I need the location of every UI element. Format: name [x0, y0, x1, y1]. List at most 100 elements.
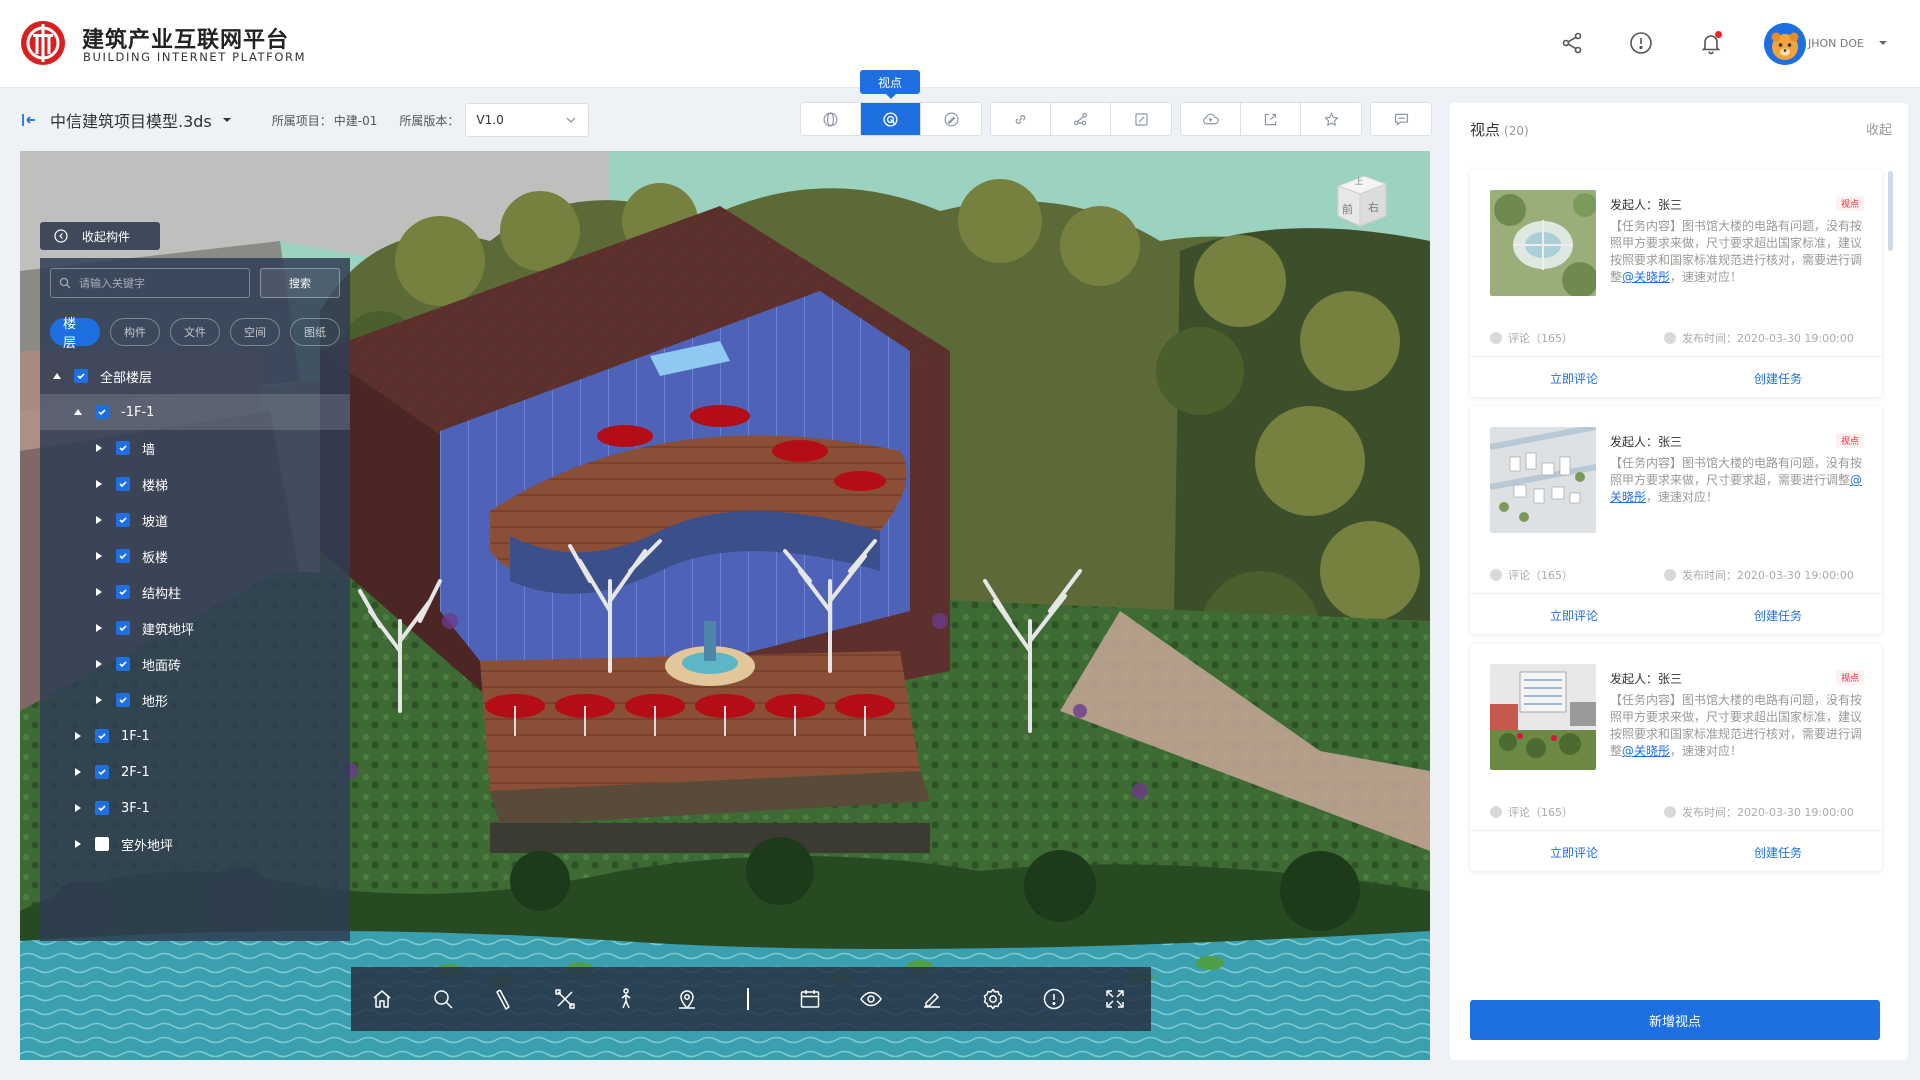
zoom-icon[interactable] [412, 967, 473, 1031]
caret-right-icon[interactable] [73, 839, 83, 849]
tree-row[interactable]: 1F-1 [40, 718, 350, 754]
tree-checkbox[interactable] [116, 693, 130, 707]
bell-icon[interactable] [1696, 28, 1726, 58]
panel-collapse-button[interactable]: 收起 [1866, 119, 1892, 138]
view-cube-front[interactable]: 前 [1342, 201, 1353, 217]
view-icon[interactable] [840, 967, 901, 1031]
caret-down-icon[interactable] [52, 371, 62, 381]
user-name[interactable]: JHON DOE [1808, 37, 1864, 50]
avatar[interactable] [1764, 23, 1806, 65]
tree-row[interactable]: 地面砖 [40, 646, 350, 682]
measure-icon[interactable] [473, 967, 534, 1031]
caret-right-icon[interactable] [94, 479, 104, 489]
create-task-button[interactable]: 创建任务 [1754, 607, 1802, 624]
info-icon[interactable] [1626, 28, 1656, 58]
tab-3[interactable]: 文件 [170, 318, 220, 346]
tree-row[interactable]: 建筑地坪 [40, 610, 350, 646]
viewpoint-card[interactable]: 发起人：张三 视点 【任务内容】图书馆大楼的电路有问题，没有按照甲方要求来做，尺寸要… [1470, 407, 1882, 634]
caret-right-icon[interactable] [73, 731, 83, 741]
caret-right-icon[interactable] [94, 587, 104, 597]
search-button[interactable]: 搜索 [260, 268, 340, 298]
panel-scrollbar[interactable] [1888, 171, 1893, 251]
section-icon[interactable] [534, 967, 595, 1031]
home-icon[interactable] [351, 967, 412, 1031]
caret-right-icon[interactable] [94, 515, 104, 525]
caret-right-icon[interactable] [94, 443, 104, 453]
comment-now-button[interactable]: 立即评论 [1550, 607, 1598, 624]
tree-checkbox[interactable] [74, 369, 88, 383]
viewpoint-card[interactable]: 发起人：张三 视点 【任务内容】图书馆大楼的电路有问题，没有按照甲方要求来做，尺寸要… [1470, 170, 1882, 397]
walk-icon[interactable] [595, 967, 656, 1031]
viewpoint-thumbnail[interactable] [1490, 190, 1596, 296]
back-icon[interactable] [20, 111, 38, 129]
search-input[interactable]: 请输入关键字 [50, 268, 250, 298]
calendar-icon[interactable] [779, 967, 840, 1031]
caret-right-icon[interactable] [73, 803, 83, 813]
tree-row[interactable]: 坡道 [40, 502, 350, 538]
viewpoint-thumbnail[interactable] [1490, 664, 1596, 770]
tree-checkbox[interactable] [116, 585, 130, 599]
caret-right-icon[interactable] [94, 659, 104, 669]
tree-checkbox[interactable] [95, 801, 109, 815]
caret-right-icon[interactable] [94, 623, 104, 633]
tree-checkbox[interactable] [116, 477, 130, 491]
comment-now-button[interactable]: 立即评论 [1550, 844, 1598, 861]
tree-row[interactable]: -1F-1 [40, 394, 350, 430]
fullscreen-icon[interactable] [1084, 967, 1145, 1031]
tree-checkbox[interactable] [116, 621, 130, 635]
tree-checkbox[interactable] [116, 441, 130, 455]
info-icon[interactable] [1023, 967, 1084, 1031]
collapse-components-button[interactable]: 收起构件 [40, 222, 160, 250]
create-task-button[interactable]: 创建任务 [1754, 370, 1802, 387]
link-icon[interactable] [991, 103, 1051, 135]
tree-checkbox[interactable] [116, 549, 130, 563]
tree-row[interactable]: 室外地坪 [40, 826, 350, 862]
location-icon[interactable] [656, 967, 717, 1031]
tree-row[interactable]: 墙 [40, 430, 350, 466]
file-dropdown-icon[interactable] [220, 113, 234, 127]
tree-checkbox[interactable] [95, 765, 109, 779]
tree-row[interactable]: 结构柱 [40, 574, 350, 610]
tab-2[interactable]: 构件 [110, 318, 160, 346]
tab-5[interactable]: 图纸 [290, 318, 340, 346]
tree-checkbox[interactable] [95, 405, 109, 419]
version-select[interactable]: V1.0 [465, 103, 590, 137]
viewpoint-icon[interactable] [861, 103, 921, 135]
view-cube-top[interactable]: 上 [1355, 176, 1363, 187]
file-name[interactable]: 中信建筑项目模型.3ds [50, 108, 212, 132]
tree-row[interactable]: 2F-1 [40, 754, 350, 790]
view-cube-right[interactable]: 右 [1368, 199, 1379, 215]
comment-icon[interactable] [1371, 103, 1431, 135]
settings-icon[interactable] [962, 967, 1023, 1031]
tree-checkbox[interactable] [95, 729, 109, 743]
markup-icon[interactable] [1111, 103, 1171, 135]
tree-row[interactable]: 板楼 [40, 538, 350, 574]
tree-checkbox[interactable] [116, 513, 130, 527]
export-icon[interactable] [1241, 103, 1301, 135]
tree-row[interactable]: 地形 [40, 682, 350, 718]
comment-now-button[interactable]: 立即评论 [1550, 370, 1598, 387]
annotate-icon[interactable] [901, 967, 962, 1031]
view-cube[interactable]: 上 前 右 [1330, 170, 1392, 232]
viewpoint-thumbnail[interactable] [1490, 427, 1596, 533]
tree-row[interactable]: 楼梯 [40, 466, 350, 502]
star-icon[interactable] [1301, 103, 1361, 135]
tree-checkbox[interactable] [95, 837, 109, 851]
share-icon[interactable] [1557, 28, 1587, 58]
create-task-button[interactable]: 创建任务 [1754, 844, 1802, 861]
chevron-down-icon[interactable] [1876, 36, 1890, 50]
share-nodes-icon[interactable] [1051, 103, 1111, 135]
edit-icon[interactable] [921, 103, 981, 135]
viewpoint-card[interactable]: 发起人：张三 视点 【任务内容】图书馆大楼的电路有问题，没有按照甲方要求来做，尺寸要… [1470, 644, 1882, 871]
tree-row[interactable]: 全部楼层 [40, 358, 350, 394]
user-mention-link[interactable]: @关晓彤 [1622, 744, 1670, 758]
caret-right-icon[interactable] [73, 767, 83, 777]
caret-right-icon[interactable] [94, 551, 104, 561]
caret-down-icon[interactable] [73, 407, 83, 417]
cloud-upload-icon[interactable] [1181, 103, 1241, 135]
tree-row[interactable]: 3F-1 [40, 790, 350, 826]
orbit-icon[interactable] [801, 103, 861, 135]
tree-checkbox[interactable] [116, 657, 130, 671]
add-viewpoint-button[interactable]: 新增视点 [1470, 1000, 1880, 1040]
user-mention-link[interactable]: @关晓彤 [1622, 270, 1670, 284]
